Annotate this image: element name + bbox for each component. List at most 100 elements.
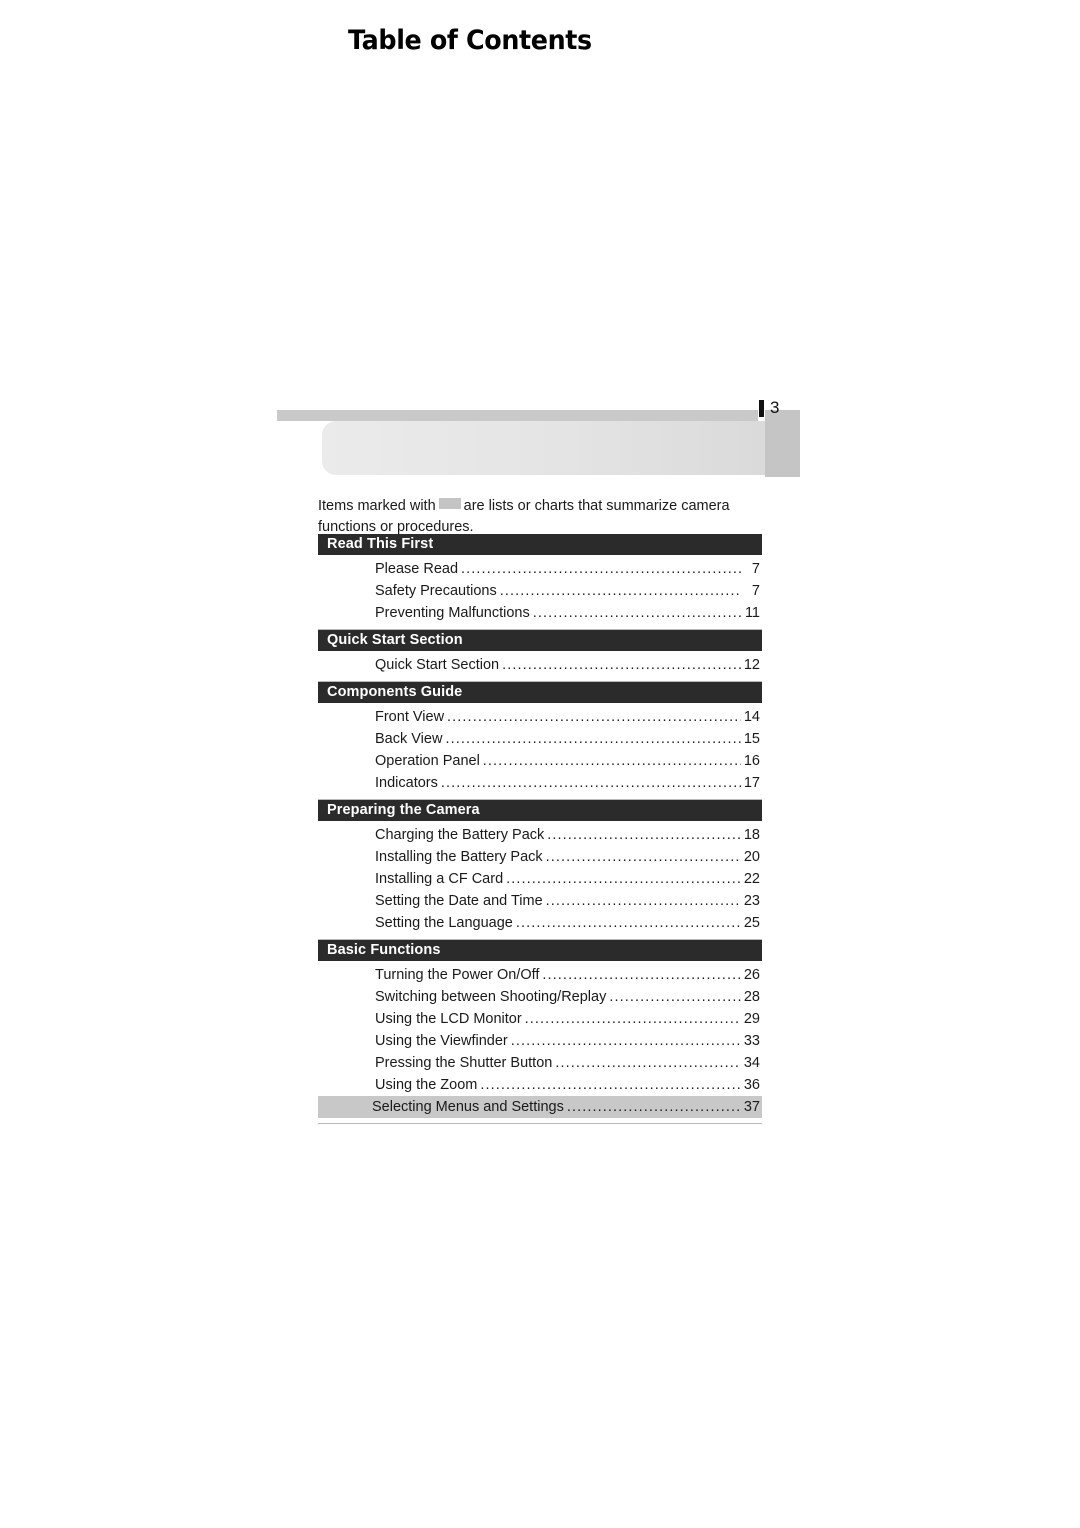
toc-section-heading: Quick Start Section [318, 630, 762, 651]
toc-entry-title: Please Read [375, 561, 459, 577]
toc-leader-dots: ........................................… [547, 827, 741, 843]
toc-entry-title: Setting the Date and Time [375, 893, 543, 909]
toc-entry-page-number: 7 [751, 583, 760, 599]
toc-entry-title: Safety Precautions [375, 583, 497, 599]
toc-leader-dots: ........................................… [515, 915, 741, 931]
page-edge-tab [765, 410, 800, 477]
toc-entry[interactable]: Installing a CF Card....................… [318, 868, 762, 890]
toc-section-rule [318, 1123, 762, 1124]
toc-entry[interactable]: Using the LCD Monitor...................… [318, 1008, 762, 1030]
header-rule [277, 410, 758, 421]
title-panel [322, 421, 765, 475]
toc-entry-page-number: 14 [743, 709, 760, 725]
toc-entry[interactable]: Selecting Menus and Settings............… [318, 1096, 762, 1118]
intro-text-before: Items marked with [318, 497, 436, 514]
toc-entry[interactable]: Indicators..............................… [318, 772, 762, 794]
toc-entry-title: Using the LCD Monitor [375, 1011, 522, 1027]
toc-leader-dots: ........................................… [542, 967, 741, 983]
toc-leader-dots: ........................................… [482, 753, 741, 769]
toc-entry-page-number: 20 [743, 849, 760, 865]
toc-section: Basic Functions Turning the Power On/Off.… [318, 940, 762, 1124]
toc-leader-dots: ........................................… [510, 1033, 741, 1049]
toc-entry-list: Quick Start Section.....................… [318, 651, 762, 681]
toc-entry[interactable]: Turning the Power On/Off................… [318, 964, 762, 986]
toc-entry[interactable]: Front View..............................… [318, 706, 762, 728]
toc-entry-title: Back View [375, 731, 443, 747]
table-of-contents: Read This First Please Read..............… [318, 534, 762, 1124]
legend-swatch-icon [438, 497, 461, 509]
toc-entry-title: Front View [375, 709, 445, 725]
toc-leader-dots: ........................................… [566, 1099, 741, 1115]
toc-leader-dots: ........................................… [545, 849, 741, 865]
toc-entry-page-number: 25 [743, 915, 760, 931]
toc-entry-title: Indicators [375, 775, 438, 791]
toc-entry-title: Installing a CF Card [375, 871, 504, 887]
toc-leader-dots: ........................................… [461, 561, 741, 577]
toc-entry-title: Using the Viewfinder [375, 1033, 508, 1049]
toc-section-heading: Preparing the Camera [318, 800, 762, 821]
toc-entry[interactable]: Charging the Battery Pack...............… [318, 824, 762, 846]
toc-section: Read This First Please Read..............… [318, 534, 762, 630]
toc-entry-page-number: 28 [743, 989, 760, 1005]
toc-leader-dots: ........................................… [532, 605, 741, 621]
toc-entry-page-number: 36 [743, 1077, 760, 1093]
toc-entry-title: Installing the Battery Pack [375, 849, 543, 865]
toc-leader-dots: ........................................… [506, 871, 741, 887]
toc-leader-dots: ........................................… [609, 989, 741, 1005]
toc-entry[interactable]: Switching between Shooting/Replay.......… [318, 986, 762, 1008]
toc-entry-page-number: 29 [743, 1011, 760, 1027]
toc-entry-list: Please Read.............................… [318, 555, 762, 629]
toc-entry-page-number: 7 [751, 561, 760, 577]
toc-entry-page-number: 22 [743, 871, 760, 887]
toc-entry-page-number: 11 [744, 605, 760, 621]
toc-entry-list: Front View..............................… [318, 703, 762, 799]
toc-leader-dots: ........................................… [447, 709, 741, 725]
toc-entry-page-number: 17 [743, 775, 760, 791]
toc-leader-dots: ........................................… [524, 1011, 741, 1027]
toc-entry[interactable]: Preventing Malfunctions.................… [318, 602, 762, 624]
toc-entry-title: Turning the Power On/Off [375, 967, 540, 983]
toc-entry[interactable]: Setting the Date and Time...............… [318, 890, 762, 912]
toc-leader-dots: ........................................… [502, 657, 741, 673]
toc-entry-title: Quick Start Section [375, 657, 500, 673]
toc-entry[interactable]: Pressing the Shutter Button.............… [318, 1052, 762, 1074]
toc-entry-title: Operation Panel [375, 753, 480, 769]
toc-entry-list: Charging the Battery Pack...............… [318, 821, 762, 939]
toc-entry[interactable]: Back View...............................… [318, 728, 762, 750]
toc-leader-dots: ........................................… [440, 775, 741, 791]
toc-leader-dots: ........................................… [499, 583, 741, 599]
toc-entry[interactable]: Quick Start Section.....................… [318, 654, 762, 676]
toc-entry[interactable]: Setting the Language....................… [318, 912, 762, 934]
page-number: 3 [770, 398, 780, 417]
toc-leader-dots: ........................................… [480, 1077, 741, 1093]
toc-entry[interactable]: Safety Precautions......................… [318, 580, 762, 602]
toc-entry[interactable]: Please Read.............................… [318, 558, 762, 580]
toc-leader-dots: ........................................… [545, 893, 741, 909]
toc-section-heading: Components Guide [318, 682, 762, 703]
intro-note: Items marked with are lists or charts tha… [318, 496, 748, 538]
toc-entry-page-number: 16 [743, 753, 760, 769]
toc-entry-title: Switching between Shooting/Replay [375, 989, 607, 1005]
toc-entry-title: Pressing the Shutter Button [375, 1055, 553, 1071]
toc-entry-title: Setting the Language [375, 915, 513, 931]
toc-entry-page-number: 34 [743, 1055, 760, 1071]
toc-entry-title: Preventing Malfunctions [375, 605, 530, 621]
toc-section-heading: Read This First [318, 534, 762, 555]
toc-section: Preparing the Camera Charging the Battery… [318, 800, 762, 940]
toc-entry[interactable]: Using the Zoom..........................… [318, 1074, 762, 1096]
folio-tick-icon [759, 400, 764, 417]
toc-entry[interactable]: Using the Viewfinder....................… [318, 1030, 762, 1052]
toc-entry-title: Using the Zoom [375, 1077, 478, 1093]
toc-leader-dots: ........................................… [445, 731, 741, 747]
toc-entry-page-number: 23 [743, 893, 760, 909]
page-title: Table of Contents [348, 25, 592, 56]
toc-entry-page-number: 15 [743, 731, 760, 747]
toc-section: Quick Start Section Quick Start Section..… [318, 630, 762, 682]
page-header [0, 405, 1080, 477]
toc-entry[interactable]: Installing the Battery Pack.............… [318, 846, 762, 868]
toc-entry-page-number: 33 [743, 1033, 760, 1049]
toc-leader-dots: ........................................… [555, 1055, 741, 1071]
toc-entry-page-number: 26 [743, 967, 760, 983]
toc-entry-title: Charging the Battery Pack [375, 827, 545, 843]
toc-entry[interactable]: Operation Panel.........................… [318, 750, 762, 772]
